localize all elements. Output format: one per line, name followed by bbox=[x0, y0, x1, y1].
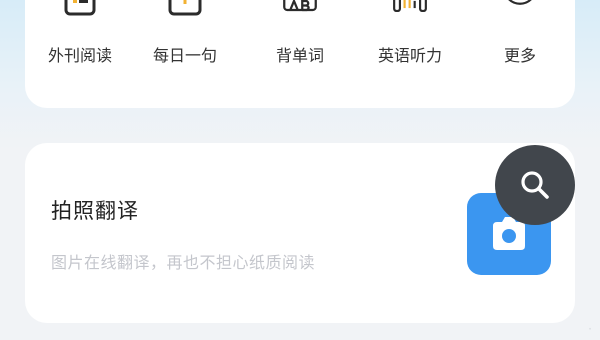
feature-label: 外刊阅读 bbox=[47, 46, 112, 65]
feature-label: 更多 bbox=[503, 46, 536, 65]
search-icon bbox=[521, 171, 549, 199]
feature-label: 英语听力 bbox=[377, 46, 442, 65]
more-circle-icon bbox=[508, 0, 532, 5]
daily-sentence-icon bbox=[168, 0, 202, 16]
feature-item-daily-sentence[interactable]: 每日一句 bbox=[130, 0, 240, 108]
photo-translate-card[interactable]: 拍照翻译 图片在线翻译，再也不担心纸质阅读 bbox=[25, 143, 575, 323]
listening-audio-icon bbox=[393, 0, 427, 13]
photo-translate-title: 拍照翻译 bbox=[51, 199, 139, 223]
feature-label: 背单词 bbox=[275, 46, 324, 65]
floating-search-button[interactable] bbox=[495, 145, 575, 225]
article-list-icon bbox=[64, 0, 96, 16]
feature-item-foreign-reading[interactable]: 外刊阅读 bbox=[25, 0, 135, 108]
feature-grid-card: 外刊阅读 每日一句 背单词 英语听力 更多 bbox=[25, 0, 575, 108]
watermark: · bbox=[588, 322, 592, 336]
feature-grid: 外刊阅读 每日一句 背单词 英语听力 更多 bbox=[25, 0, 575, 108]
photo-translate-subtitle: 图片在线翻译，再也不担心纸质阅读 bbox=[51, 253, 316, 272]
feature-item-listening[interactable]: 英语听力 bbox=[355, 0, 465, 108]
feature-item-more[interactable]: 更多 bbox=[465, 0, 575, 108]
feature-label: 每日一句 bbox=[152, 46, 217, 65]
feature-item-vocabulary[interactable]: 背单词 bbox=[245, 0, 355, 108]
vocabulary-ab-icon bbox=[283, 0, 317, 12]
